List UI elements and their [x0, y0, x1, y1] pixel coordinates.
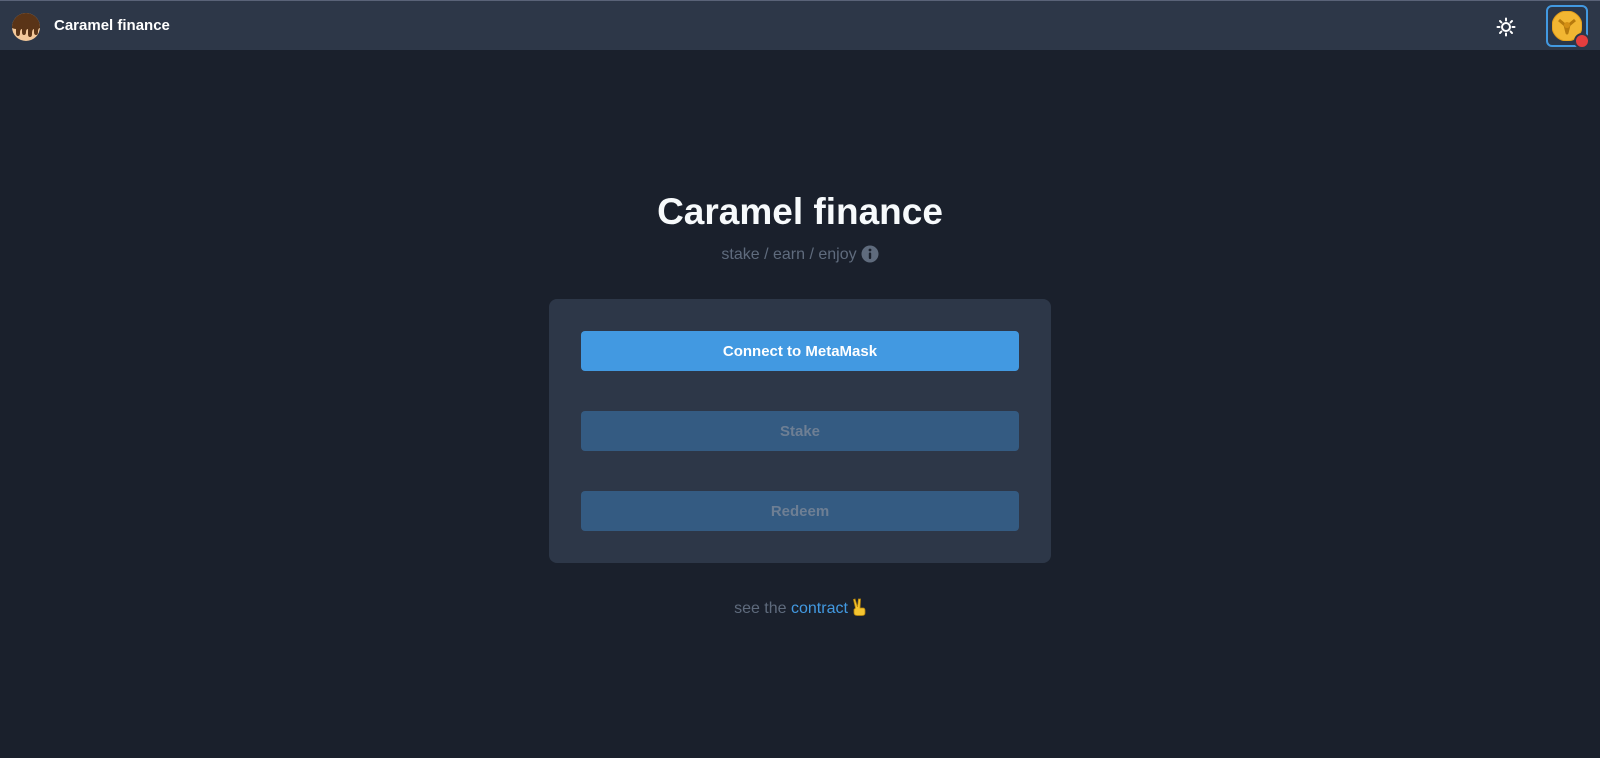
sun-icon [1496, 17, 1516, 37]
wallet-avatar-button[interactable] [1546, 5, 1590, 49]
navbar: Caramel finance [0, 1, 1600, 50]
connect-metamask-button[interactable]: Connect to MetaMask [581, 331, 1019, 371]
footer: see the contract [0, 598, 1600, 620]
stake-button[interactable]: Stake [581, 411, 1019, 451]
footer-prefix: see the [734, 600, 787, 617]
status-dot [1574, 33, 1590, 49]
tagline: stake / earn / enjoy [0, 244, 1600, 266]
info-icon[interactable] [861, 245, 879, 263]
victory-hand-icon [852, 598, 866, 616]
theme-toggle-button[interactable] [1494, 15, 1518, 39]
page-title: Caramel finance [657, 191, 943, 232]
contract-link[interactable]: contract [791, 600, 848, 617]
brand-name[interactable]: Caramel finance [54, 16, 170, 36]
action-card: Connect to MetaMask Stake Redeem [549, 299, 1051, 563]
redeem-button[interactable]: Redeem [581, 491, 1019, 531]
tagline-text: stake / earn / enjoy [721, 246, 857, 263]
caramel-drip-icon [12, 13, 40, 41]
